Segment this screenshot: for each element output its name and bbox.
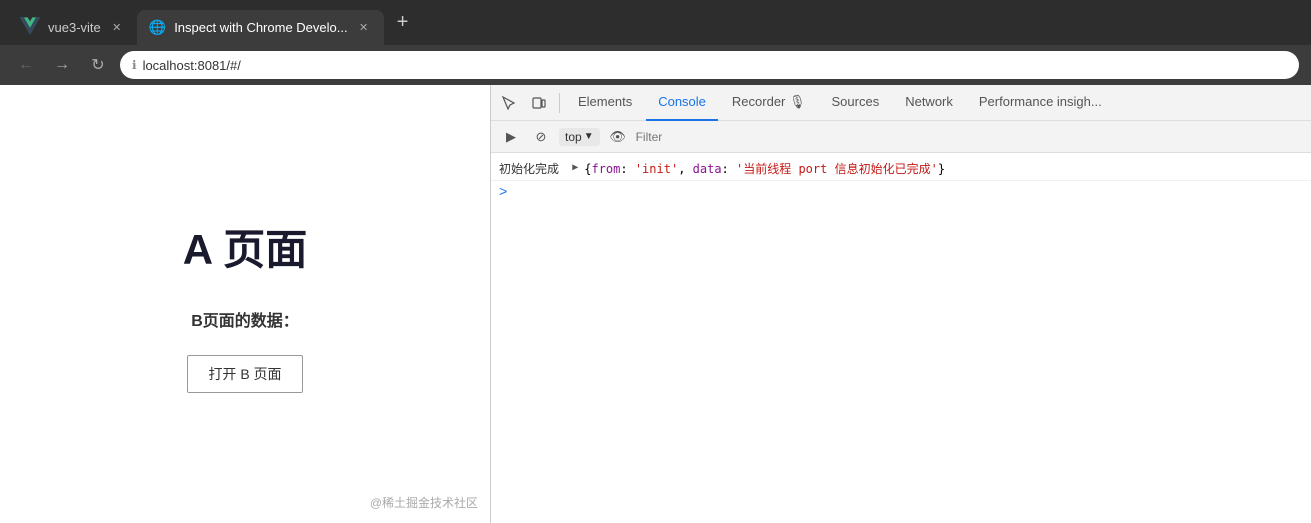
tab-label-inspect: Inspect with Chrome Develo... [174,20,347,35]
inspect-element-icon[interactable] [495,89,523,117]
eye-icon[interactable]: 👁 [606,125,630,149]
devtools-tab-bar: Elements Console Recorder 🎙 Sources Netw… [491,85,1311,121]
forward-button[interactable]: → [48,51,76,79]
tab-inspect[interactable]: 🌐 Inspect with Chrome Develo... ✕ [137,10,384,45]
watermark: @稀土掘金技术社区 [370,494,478,511]
address-bar[interactable]: ℹ localhost:8081/#/ [120,51,1299,79]
browser-chrome: vue3-vite ✕ 🌐 Inspect with Chrome Develo… [0,0,1311,85]
page-content-area: A 页面 B页面的数据： 打开 B 页面 @稀土掘金技术社区 [0,85,490,523]
address-text: localhost:8081/#/ [143,58,241,73]
main-area: A 页面 B页面的数据： 打开 B 页面 @稀土掘金技术社区 El [0,85,1311,523]
play-icon[interactable]: ▶ [499,125,523,149]
filter-input[interactable] [636,130,1303,144]
tab-performance[interactable]: Performance insigh... [967,85,1114,121]
vue-icon [20,17,40,38]
block-icon[interactable]: ⊘ [529,125,553,149]
page-title: A 页面 [183,216,307,277]
console-secondary-bar: ▶ ⊘ top ▼ 👁 [491,121,1311,153]
console-entry-0: 初始化完成 ▶ {from: 'init', data: '当前线程 port … [491,157,1311,181]
tab-label: vue3-vite [48,20,101,35]
console-entry-text: 初始化完成 [499,160,566,177]
reload-button[interactable]: ↻ [84,51,112,79]
tab-close-vue[interactable]: ✕ [109,20,125,36]
tab-recorder[interactable]: Recorder 🎙 [720,85,818,121]
navigation-bar: ← → ↻ ℹ localhost:8081/#/ [0,45,1311,85]
console-prompt[interactable]: > [491,181,1311,205]
context-dropdown-arrow: ▼ [584,131,594,142]
back-button[interactable]: ← [12,51,40,79]
info-icon: ℹ [132,58,137,72]
tab-elements[interactable]: Elements [566,85,644,121]
tab-network[interactable]: Network [893,85,965,121]
tab-sources[interactable]: Sources [820,85,892,121]
tab-close-inspect[interactable]: ✕ [356,20,372,36]
new-tab-button[interactable]: + [388,8,418,38]
devtools-panel: Elements Console Recorder 🎙 Sources Netw… [490,85,1311,523]
device-toolbar-icon[interactable] [525,89,553,117]
globe-icon: 🌐 [149,19,166,36]
context-label: top [565,130,582,144]
toolbar-separator [559,93,560,113]
context-selector[interactable]: top ▼ [559,128,600,146]
console-content-area: 初始化完成 ▶ {from: 'init', data: '当前线程 port … [491,153,1311,523]
expand-arrow-icon[interactable]: ▶ [572,162,578,174]
tab-bar: vue3-vite ✕ 🌐 Inspect with Chrome Develo… [0,0,1311,45]
open-b-page-button[interactable]: 打开 B 页面 [187,355,302,393]
tab-vue3-vite[interactable]: vue3-vite ✕ [8,10,137,45]
tab-console[interactable]: Console [646,85,718,121]
page-subtitle: B页面的数据： [191,307,299,331]
